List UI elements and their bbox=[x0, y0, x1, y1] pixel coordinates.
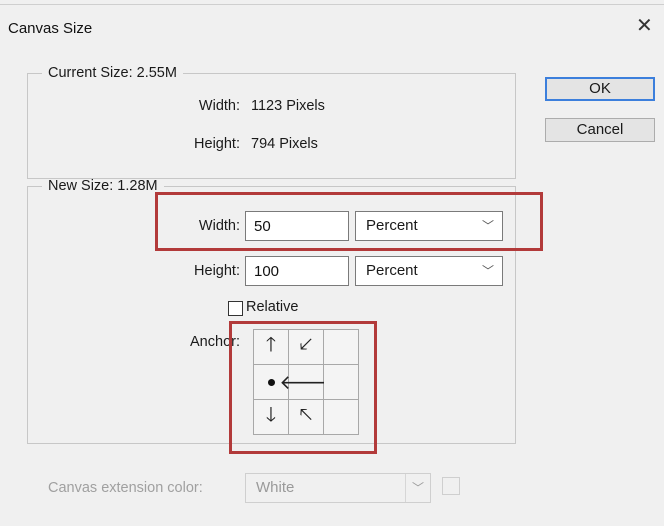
new-size-legend: New Size: 1.28M bbox=[48, 178, 158, 194]
relative-checkbox[interactable] bbox=[228, 301, 243, 316]
anchor-cell[interactable]: 🡑 bbox=[254, 330, 289, 365]
width-input[interactable] bbox=[245, 211, 349, 241]
cancel-button[interactable]: Cancel bbox=[545, 118, 655, 142]
current-size-group: Current Size: 2.55M bbox=[27, 65, 516, 179]
height-unit-select[interactable]: Percent ﹀ bbox=[355, 256, 503, 286]
extension-color-select: White ﹀ bbox=[245, 473, 431, 503]
relative-label[interactable]: Relative bbox=[246, 299, 298, 315]
arrow-up-left-icon: 🡔 bbox=[299, 404, 313, 426]
extension-color-value: White bbox=[256, 479, 295, 496]
anchor-grid[interactable]: 🡑 🡗 🡐 🡓 🡔 bbox=[253, 329, 359, 435]
arrow-down-icon: 🡓 bbox=[265, 404, 277, 426]
chevron-down-icon: ﹀ bbox=[405, 474, 430, 502]
anchor-center-dot-icon bbox=[267, 378, 275, 386]
current-width-label: Width: bbox=[198, 98, 240, 114]
top-divider bbox=[0, 4, 664, 5]
anchor-cell[interactable]: 🡗 bbox=[289, 330, 324, 365]
arrow-up-icon: 🡑 bbox=[265, 334, 277, 356]
arrow-down-left-icon: 🡗 bbox=[299, 334, 313, 356]
dialog-title: Canvas Size bbox=[8, 20, 93, 37]
chevron-down-icon: ﹀ bbox=[481, 264, 494, 278]
anchor-cell[interactable]: 🡐 bbox=[279, 365, 333, 400]
anchor-cell[interactable] bbox=[324, 365, 359, 400]
anchor-cell[interactable]: 🡓 bbox=[254, 400, 289, 435]
width-unit-value: Percent bbox=[366, 217, 418, 234]
ok-button[interactable]: OK bbox=[545, 77, 655, 101]
width-unit-select[interactable]: Percent ﹀ bbox=[355, 211, 503, 241]
anchor-cell[interactable] bbox=[324, 400, 359, 435]
extension-color-swatch bbox=[442, 477, 460, 495]
height-unit-value: Percent bbox=[366, 262, 418, 279]
current-height-label: Height: bbox=[194, 136, 240, 152]
height-input[interactable] bbox=[245, 256, 349, 286]
current-height-value: 794 Pixels bbox=[251, 136, 318, 152]
new-width-label: Width: bbox=[198, 218, 240, 234]
new-height-label: Height: bbox=[194, 263, 240, 279]
close-icon[interactable]: ✕ bbox=[636, 16, 653, 36]
anchor-label: Anchor: bbox=[190, 334, 240, 350]
anchor-cell[interactable] bbox=[324, 330, 359, 365]
current-size-legend: Current Size: 2.55M bbox=[48, 65, 177, 81]
chevron-down-icon: ﹀ bbox=[481, 219, 494, 233]
current-width-value: 1123 Pixels bbox=[251, 98, 325, 114]
extension-color-label: Canvas extension color: bbox=[48, 480, 203, 496]
anchor-cell[interactable]: 🡔 bbox=[289, 400, 324, 435]
